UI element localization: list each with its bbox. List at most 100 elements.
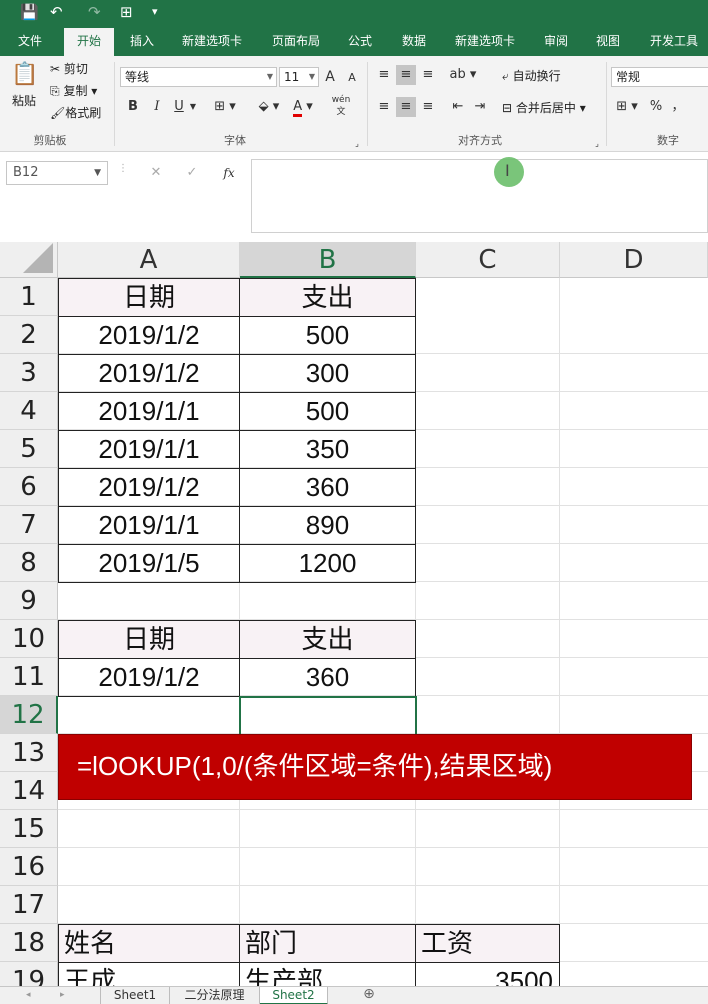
- cell-b1[interactable]: 支出: [239, 278, 416, 317]
- italic-button[interactable]: I: [148, 97, 166, 117]
- row-header-10[interactable]: 10: [0, 620, 58, 658]
- next-sheet-icon[interactable]: ▸: [60, 987, 65, 1004]
- row-header-13[interactable]: 13: [0, 734, 58, 772]
- row-header-6[interactable]: 6: [0, 468, 58, 506]
- active-cell-b12[interactable]: [239, 696, 417, 736]
- tab-view[interactable]: 视图: [586, 26, 630, 56]
- align-top-icon[interactable]: ≡: [374, 65, 394, 85]
- cell-b5[interactable]: 350: [239, 430, 416, 469]
- shrink-font-icon[interactable]: A: [344, 68, 360, 88]
- cell-b8[interactable]: 1200: [239, 544, 416, 583]
- bold-button[interactable]: B: [124, 97, 142, 117]
- cut-button[interactable]: ✂ 剪切: [50, 60, 88, 78]
- column-header-a[interactable]: A: [58, 242, 240, 278]
- row-header-9[interactable]: 9: [0, 582, 58, 620]
- underline-dropdown-icon[interactable]: ▼: [188, 97, 198, 117]
- row-header-3[interactable]: 3: [0, 354, 58, 392]
- tab-insert[interactable]: 插入: [120, 26, 164, 56]
- redo-icon[interactable]: ↷: [88, 2, 101, 22]
- phonetic-icon[interactable]: wén 文: [330, 94, 352, 118]
- name-box-dropdown-icon[interactable]: ▼: [94, 162, 101, 184]
- cell-b18[interactable]: 部门: [239, 924, 416, 963]
- comma-button[interactable]: ，: [668, 97, 688, 117]
- cell-a11[interactable]: 2019/1/2: [58, 658, 240, 697]
- sheet-tab-sheet1[interactable]: Sheet1: [100, 987, 170, 1004]
- font-name-select[interactable]: 等线 ▼: [120, 67, 277, 87]
- currency-icon[interactable]: ⊞ ▾: [612, 97, 642, 117]
- percent-button[interactable]: %: [646, 97, 666, 117]
- prev-sheet-icon[interactable]: ◂: [26, 987, 31, 1004]
- align-left-icon[interactable]: ≡: [374, 97, 394, 117]
- merge-center-button[interactable]: ⊟ 合并后居中 ▾: [502, 99, 586, 117]
- formula-input[interactable]: [251, 159, 708, 233]
- column-header-c[interactable]: C: [416, 242, 560, 278]
- tab-file[interactable]: 文件: [8, 26, 52, 56]
- copy-button[interactable]: ⎘ 复制 ▾: [50, 82, 97, 100]
- wrap-text-button[interactable]: ⤶ 自动换行: [502, 67, 561, 85]
- align-bottom-icon[interactable]: ≡: [418, 65, 438, 85]
- fill-color-icon[interactable]: ⬙ ▾: [254, 97, 284, 117]
- cell-b6[interactable]: 360: [239, 468, 416, 507]
- add-sheet-icon[interactable]: ⊕: [360, 987, 378, 1004]
- row-header-4[interactable]: 4: [0, 392, 58, 430]
- cell-a2[interactable]: 2019/1/2: [58, 316, 240, 355]
- tab-formulas[interactable]: 公式: [338, 26, 382, 56]
- row-header-18[interactable]: 18: [0, 924, 58, 962]
- tab-new-1[interactable]: 新建选项卡: [172, 26, 252, 56]
- worksheet-grid[interactable]: A B C D 1 2 3 4 5 6 7 8 9 10 11 12 13 14…: [0, 242, 708, 986]
- cell-a6[interactable]: 2019/1/2: [58, 468, 240, 507]
- row-header-11[interactable]: 11: [0, 658, 58, 696]
- cell-c19[interactable]: 3500: [415, 962, 560, 986]
- save-icon[interactable]: 💾: [20, 2, 39, 22]
- name-box[interactable]: B12 ▼: [6, 161, 108, 185]
- borders-icon[interactable]: ⊞ ▾: [210, 97, 240, 117]
- column-header-d[interactable]: D: [560, 242, 708, 278]
- tab-review[interactable]: 审阅: [534, 26, 578, 56]
- row-header-8[interactable]: 8: [0, 544, 58, 582]
- cell-c18[interactable]: 工资: [415, 924, 560, 963]
- font-size-select[interactable]: 11 ▼: [279, 67, 319, 87]
- cell-a8[interactable]: 2019/1/5: [58, 544, 240, 583]
- underline-button[interactable]: U: [170, 97, 188, 117]
- row-header-17[interactable]: 17: [0, 886, 58, 924]
- drag-handle[interactable]: ⋮: [118, 163, 128, 183]
- align-center-icon[interactable]: ≡: [396, 97, 416, 117]
- sheet-tab-bisection[interactable]: 二分法原理: [170, 987, 260, 1004]
- grow-font-icon[interactable]: A: [322, 67, 338, 87]
- decrease-indent-icon[interactable]: ⇤: [448, 97, 468, 117]
- row-header-15[interactable]: 15: [0, 810, 58, 848]
- tab-new-2[interactable]: 新建选项卡: [444, 26, 526, 56]
- row-header-12[interactable]: 12: [0, 696, 58, 734]
- cell-b4[interactable]: 500: [239, 392, 416, 431]
- font-launcher-icon[interactable]: ⌟: [352, 134, 362, 154]
- sheet-tab-sheet2[interactable]: Sheet2: [260, 987, 328, 1004]
- paste-button[interactable]: 粘贴: [12, 92, 36, 110]
- cell-a18[interactable]: 姓名: [58, 924, 240, 963]
- cell-a10[interactable]: 日期: [58, 620, 240, 659]
- cell-a4[interactable]: 2019/1/1: [58, 392, 240, 431]
- insert-function-icon[interactable]: fx: [218, 163, 240, 183]
- tab-page-layout[interactable]: 页面布局: [260, 26, 332, 56]
- paste-icon[interactable]: 📋: [10, 60, 40, 90]
- row-header-16[interactable]: 16: [0, 848, 58, 886]
- tab-home[interactable]: 开始: [64, 28, 114, 56]
- cell-a7[interactable]: 2019/1/1: [58, 506, 240, 545]
- cell-a3[interactable]: 2019/1/2: [58, 354, 240, 393]
- align-right-icon[interactable]: ≡: [418, 97, 438, 117]
- cell-b19[interactable]: 生产部: [239, 962, 416, 986]
- row-header-2[interactable]: 2: [0, 316, 58, 354]
- enter-icon[interactable]: ✓: [182, 163, 202, 183]
- format-painter-button[interactable]: 🖌格式刷: [50, 104, 101, 122]
- orientation-icon[interactable]: ab ▾: [448, 65, 478, 85]
- cell-a5[interactable]: 2019/1/1: [58, 430, 240, 469]
- alignment-launcher-icon[interactable]: ⌟: [592, 134, 602, 154]
- cell-b10[interactable]: 支出: [239, 620, 416, 659]
- row-header-1[interactable]: 1: [0, 278, 58, 316]
- customize-qa-icon[interactable]: ▾: [152, 2, 158, 22]
- select-all-corner[interactable]: [0, 242, 58, 278]
- touch-mode-icon[interactable]: ⊞: [120, 2, 133, 22]
- number-format-select[interactable]: 常规: [611, 67, 708, 87]
- cancel-icon[interactable]: ✕: [146, 163, 166, 183]
- cell-a19[interactable]: 王成: [58, 962, 240, 986]
- column-header-b[interactable]: B: [240, 242, 416, 278]
